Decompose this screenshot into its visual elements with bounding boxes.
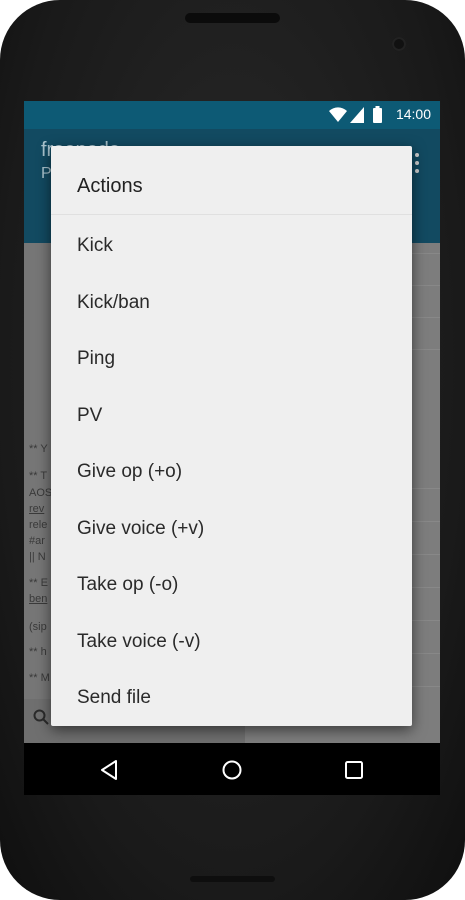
action-kick-ban[interactable]: Kick/ban — [51, 272, 412, 329]
wifi-icon — [329, 107, 347, 122]
action-send-file[interactable]: Send file — [51, 667, 412, 724]
action-label: Give op (+o) — [77, 461, 183, 482]
action-give-voice[interactable]: Give voice (+v) — [51, 498, 412, 555]
chat-line: AOS — [29, 487, 53, 499]
chat-line: (sip — [29, 621, 47, 633]
chat-line: ** T — [29, 470, 48, 482]
signal-icon — [350, 107, 364, 123]
chat-line: ** M — [29, 672, 50, 684]
home-icon[interactable] — [221, 759, 243, 781]
dialog-title: Actions — [77, 175, 143, 197]
action-label: Kick — [77, 235, 113, 256]
action-label: Give voice (+v) — [77, 517, 205, 539]
action-label: Take op (-o) — [77, 574, 179, 595]
dialog-header: Actions — [51, 146, 412, 215]
back-icon[interactable] — [99, 759, 121, 781]
recents-icon[interactable] — [344, 760, 364, 780]
chat-link[interactable]: ben — [29, 593, 47, 605]
search-icon — [33, 709, 49, 725]
chat-line: #ar — [29, 535, 45, 547]
chat-link[interactable]: rev — [29, 503, 44, 515]
action-take-op[interactable]: Take op (-o) — [51, 554, 412, 611]
actions-dialog: Actions Kick Kick/ban Ping PV Give op (+… — [51, 146, 412, 726]
chat-line: rele — [29, 519, 48, 531]
action-label: Send file — [77, 687, 151, 708]
chat-line: ** Y — [29, 443, 48, 455]
action-kick[interactable]: Kick — [51, 215, 412, 272]
action-ping[interactable]: Ping — [51, 328, 412, 385]
phone-chin — [190, 876, 275, 882]
chat-line: ** E — [29, 577, 48, 589]
front-camera — [392, 37, 406, 51]
action-label: Take voice (-v) — [77, 630, 201, 652]
chat-line: ** h — [29, 646, 47, 658]
battery-icon — [373, 106, 382, 123]
status-clock: 14:00 — [395, 106, 431, 122]
chat-line: || N — [29, 551, 46, 563]
phone-frame: 14:00 freenode P ** Y ** T AOS rev rele … — [0, 0, 465, 900]
action-pv[interactable]: PV — [51, 385, 412, 442]
action-label: Kick/ban — [77, 291, 150, 313]
action-give-op[interactable]: Give op (+o) — [51, 441, 412, 498]
status-bar: 14:00 — [24, 101, 440, 129]
action-take-voice[interactable]: Take voice (-v) — [51, 611, 412, 668]
earpiece — [185, 13, 280, 23]
action-label: PV — [77, 404, 103, 426]
navigation-bar — [24, 743, 440, 795]
action-label: Ping — [77, 348, 116, 369]
